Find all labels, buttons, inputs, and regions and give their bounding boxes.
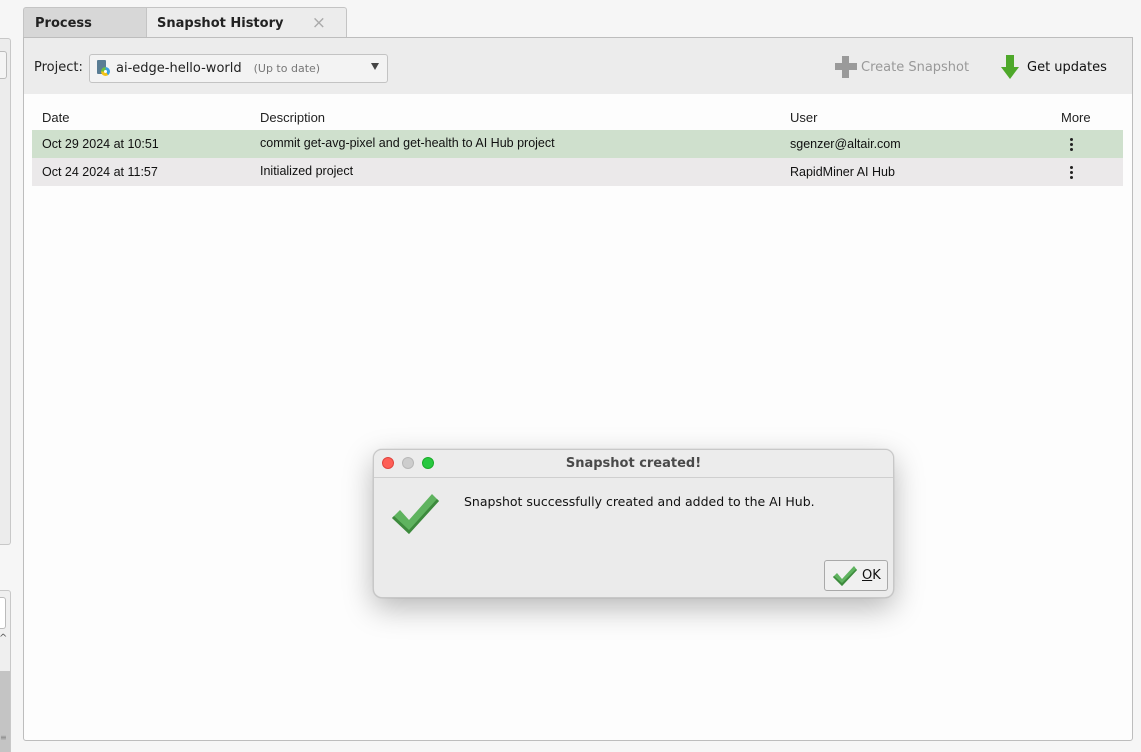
row-user: sgenzer@altair.com: [790, 137, 901, 151]
left-side-panel: [0, 38, 11, 545]
table-row[interactable]: Oct 24 2024 at 11:57 Initialized project…: [32, 158, 1123, 186]
column-header-user[interactable]: User: [790, 104, 817, 130]
project-select[interactable]: ai-edge-hello-world (Up to date): [89, 54, 388, 83]
left-bottom-panel: ^ ≡: [0, 590, 11, 752]
table-row[interactable]: Oct 29 2024 at 10:51 commit get-avg-pixe…: [32, 130, 1123, 158]
column-header-description[interactable]: Description: [260, 104, 325, 130]
snapshot-created-dialog: Snapshot created! Snapshot successfully …: [373, 449, 894, 598]
ok-label: OK: [862, 568, 881, 583]
tab-label: Process: [35, 15, 92, 31]
create-snapshot-button[interactable]: Create Snapshot: [835, 56, 969, 78]
row-date: Oct 24 2024 at 11:57: [42, 165, 158, 179]
project-status: (Up to date): [253, 62, 321, 75]
row-description: commit get-avg-pixel and get-health to A…: [260, 136, 555, 150]
app-window: ^ ≡ Process Snapshot History × Project: …: [0, 0, 1141, 752]
column-header-more[interactable]: More: [1061, 104, 1091, 130]
project-label: Project:: [34, 60, 83, 75]
get-updates-button[interactable]: Get updates: [1001, 55, 1107, 79]
tab-snapshot-history[interactable]: Snapshot History ×: [147, 7, 347, 38]
chevron-up-icon[interactable]: ^: [0, 633, 7, 645]
snapshot-table: Date Description User More Oct 29 2024 a…: [32, 104, 1123, 186]
window-close-button[interactable]: [382, 457, 394, 469]
dialog-title: Snapshot created!: [374, 450, 893, 478]
plus-icon: [835, 56, 857, 78]
row-description: Initialized project: [260, 164, 354, 178]
tab-bar: Process Snapshot History ×: [23, 7, 347, 38]
close-icon[interactable]: ×: [312, 13, 326, 33]
ok-button[interactable]: OK: [824, 560, 888, 591]
project-name: ai-edge-hello-world: [116, 61, 242, 76]
snapshot-history-panel: Project: ai-edge-hello-world (Up to date…: [23, 37, 1133, 741]
grip-icon[interactable]: ≡: [0, 733, 7, 742]
more-options-icon[interactable]: [1062, 158, 1080, 186]
checkmark-icon: [833, 565, 857, 586]
column-header-date[interactable]: Date: [42, 104, 69, 130]
arrow-down-icon: [1001, 55, 1019, 79]
tab-label: Snapshot History: [157, 15, 284, 31]
get-updates-label: Get updates: [1027, 59, 1107, 75]
row-user: RapidMiner AI Hub: [790, 165, 895, 179]
left-panel-field[interactable]: [0, 597, 6, 629]
tab-process[interactable]: Process: [23, 7, 147, 38]
toolbar: Project: ai-edge-hello-world (Up to date…: [24, 38, 1132, 94]
dialog-message: Snapshot successfully created and added …: [464, 494, 815, 509]
left-panel-control[interactable]: [0, 51, 7, 79]
more-options-icon[interactable]: [1062, 130, 1080, 158]
create-snapshot-label: Create Snapshot: [861, 59, 970, 75]
window-maximize-button[interactable]: [422, 457, 434, 469]
project-icon: [97, 60, 110, 77]
dropdown-arrow-icon: [371, 63, 379, 70]
window-minimize-button[interactable]: [402, 457, 414, 469]
table-header: Date Description User More: [32, 104, 1123, 130]
checkmark-icon: [392, 494, 439, 534]
row-date: Oct 29 2024 at 10:51: [42, 137, 159, 151]
